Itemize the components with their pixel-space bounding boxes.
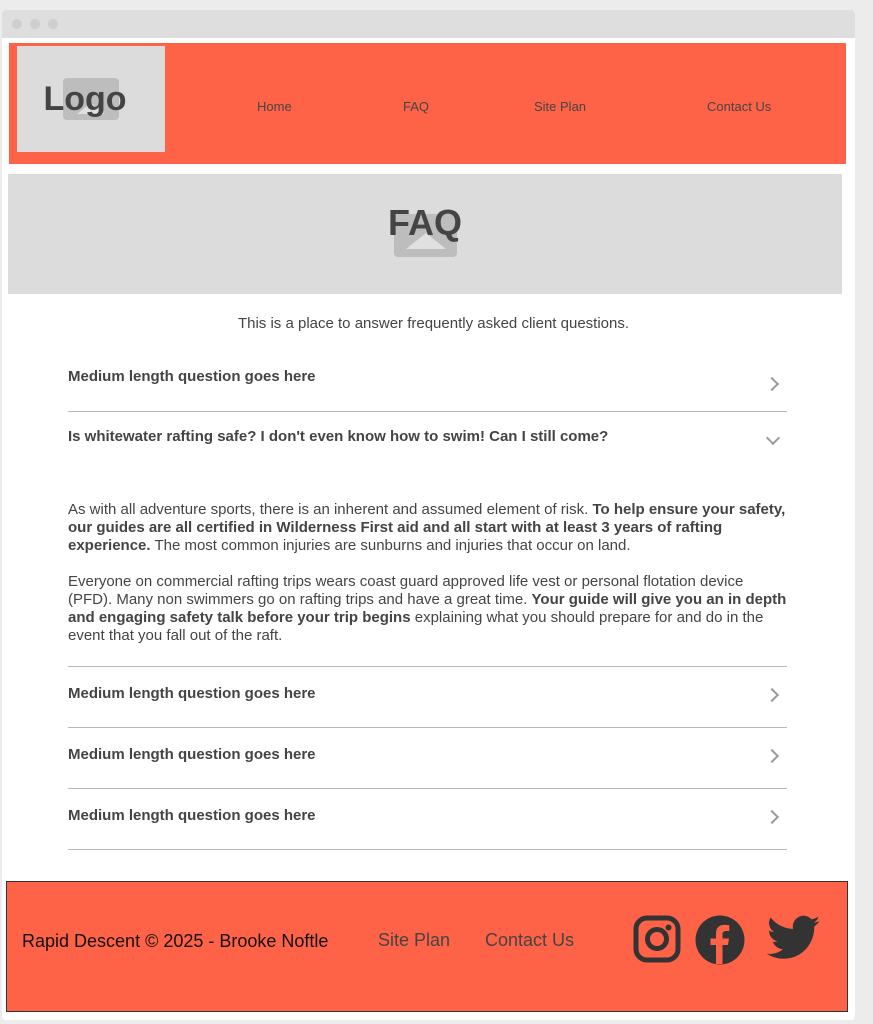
- chevron-right-icon[interactable]: [764, 687, 780, 703]
- instagram-icon[interactable]: [633, 915, 681, 963]
- chevron-right-icon[interactable]: [764, 376, 780, 392]
- window-dot: [30, 19, 40, 29]
- window-dot: [48, 19, 58, 29]
- faq-question[interactable]: Medium length question goes here: [68, 807, 748, 824]
- site-footer: Rapid Descent © 2025 - Brooke Noftle Sit…: [6, 881, 848, 1012]
- window-dot: [12, 19, 22, 29]
- browser-window: Logo Home FAQ Site Plan Contact Us FAQ T…: [2, 10, 855, 1020]
- nav-contact-us[interactable]: Contact Us: [707, 99, 771, 114]
- faq-question[interactable]: Is whitewater rafting safe? I don't even…: [68, 428, 748, 445]
- logo[interactable]: Logo: [17, 46, 165, 152]
- twitter-icon[interactable]: [767, 915, 821, 961]
- chevron-right-icon[interactable]: [764, 809, 780, 825]
- chevron-down-icon[interactable]: [765, 430, 781, 446]
- footer-link-site-plan[interactable]: Site Plan: [378, 930, 450, 951]
- faq-answer: As with all adventure sports, there is a…: [68, 501, 788, 663]
- hero-banner: FAQ: [8, 174, 842, 294]
- divider: [68, 849, 787, 850]
- site-header: Logo Home FAQ Site Plan Contact Us: [9, 43, 846, 164]
- chevron-right-icon[interactable]: [764, 748, 780, 764]
- nav-faq[interactable]: FAQ: [403, 99, 429, 114]
- logo-text: Logo: [43, 80, 127, 118]
- divider: [68, 727, 787, 728]
- faq-question[interactable]: Medium length question goes here: [68, 685, 748, 702]
- nav-home[interactable]: Home: [257, 99, 292, 114]
- facebook-icon[interactable]: [695, 915, 745, 965]
- answer-paragraph: Everyone on commercial rafting trips wea…: [68, 573, 787, 644]
- copyright-text: Rapid Descent © 2025 - Brooke Noftle: [22, 931, 329, 951]
- divider: [68, 666, 787, 667]
- footer-link-contact-us[interactable]: Contact Us: [485, 930, 574, 951]
- answer-paragraph: As with all adventure sports, there is a…: [68, 501, 786, 554]
- page-title: FAQ: [387, 202, 462, 243]
- window-titlebar: [2, 10, 855, 38]
- intro-text: This is a place to answer frequently ask…: [237, 315, 630, 332]
- divider: [68, 788, 787, 789]
- nav-site-plan[interactable]: Site Plan: [534, 99, 586, 114]
- faq-question[interactable]: Medium length question goes here: [68, 746, 748, 763]
- divider: [68, 411, 787, 412]
- faq-question[interactable]: Medium length question goes here: [68, 368, 748, 385]
